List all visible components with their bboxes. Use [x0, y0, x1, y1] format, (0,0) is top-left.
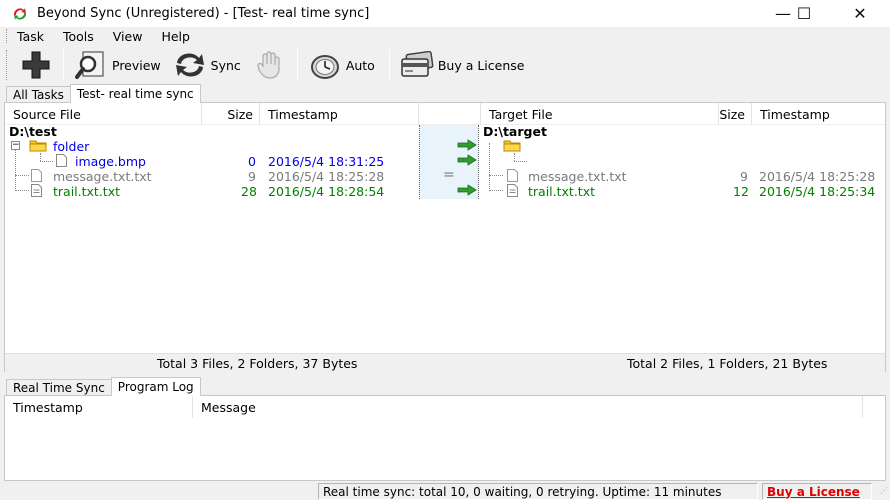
menu-help[interactable]: Help	[161, 29, 190, 44]
tab-test-real-time-sync[interactable]: Test- real time sync	[69, 84, 201, 103]
comparison-pane: Source File Size Timestamp Target File S…	[4, 102, 886, 372]
target-message-name[interactable]: message.txt.txt	[528, 169, 627, 184]
source-image-timestamp: 2016/5/4 18:31:25	[268, 154, 385, 169]
title-bar: Beyond Sync (Unregistered) - [Test- real…	[0, 0, 890, 27]
status-text: Real time sync: total 10, 0 waiting, 0 r…	[318, 483, 758, 500]
target-message-timestamp: 2016/5/4 18:25:28	[759, 169, 876, 184]
preview-button[interactable]: Preview	[70, 47, 169, 83]
file-icon	[56, 154, 67, 170]
tree-line	[489, 190, 503, 191]
target-totals: Total 2 Files, 1 Folders, 21 Bytes	[627, 356, 828, 371]
hand-stop-icon	[253, 48, 287, 82]
source-file-header[interactable]: Source File	[5, 103, 202, 125]
source-root[interactable]: D:\test	[9, 124, 57, 139]
folder-icon	[503, 139, 521, 155]
compare-header[interactable]	[419, 103, 481, 125]
source-size-header[interactable]: Size	[202, 103, 260, 125]
maximize-button[interactable]: ☐	[781, 0, 827, 27]
app-logo-icon	[12, 6, 28, 22]
preview-label: Preview	[112, 57, 161, 73]
new-task-button[interactable]	[15, 47, 57, 83]
target-trail-name[interactable]: trail.txt.txt	[528, 184, 595, 199]
file-icon	[31, 184, 42, 200]
close-button[interactable]: ✕	[837, 0, 883, 27]
sync-button[interactable]: Sync	[169, 47, 249, 83]
buy-license-button[interactable]: Buy a License	[396, 47, 533, 83]
menu-task[interactable]: Task	[17, 29, 44, 44]
source-message-name[interactable]: message.txt.txt	[53, 169, 152, 184]
target-trail-timestamp: 2016/5/4 18:25:34	[759, 184, 876, 199]
log-message-header[interactable]: Message	[193, 396, 863, 418]
toolbar-separator	[63, 49, 64, 81]
toolbar-separator	[388, 49, 390, 81]
source-trail-size: 28	[241, 184, 257, 199]
tree-line	[489, 143, 490, 191]
clock-icon	[308, 48, 342, 82]
tree-line	[514, 161, 527, 162]
collapse-toggle-icon[interactable]: −	[11, 141, 20, 150]
file-icon	[31, 169, 42, 185]
file-icon	[507, 169, 518, 185]
target-file-header[interactable]: Target File	[481, 103, 719, 125]
copy-right-arrow-icon[interactable]	[457, 154, 477, 169]
buy-license-label: Buy a License	[437, 57, 525, 73]
source-totals: Total 3 Files, 2 Folders, 37 Bytes	[157, 356, 358, 371]
menu-view[interactable]: View	[113, 29, 143, 44]
target-root[interactable]: D:\target	[483, 124, 547, 139]
menu-tools[interactable]: Tools	[63, 29, 94, 44]
target-size-header[interactable]: Size	[719, 103, 752, 125]
equal-symbol: =	[443, 167, 455, 183]
resize-grip-icon[interactable]: ⋰	[880, 486, 888, 495]
source-trail-timestamp: 2016/5/4 18:28:54	[268, 184, 385, 199]
log-tabs: Real Time Sync Program Log	[6, 376, 201, 396]
program-log-pane: Timestamp Message	[4, 395, 886, 481]
source-folder-name[interactable]: folder	[53, 139, 89, 154]
auto-label: Auto	[345, 57, 375, 73]
stop-button[interactable]	[249, 47, 291, 83]
folder-icon	[29, 139, 47, 155]
copy-right-arrow-icon[interactable]	[457, 139, 477, 154]
toolbar-separator	[296, 49, 298, 81]
target-message-size: 9	[740, 169, 748, 184]
toolbar-grip	[6, 50, 9, 80]
copy-right-arrow-icon[interactable]	[457, 184, 477, 199]
source-image-size: 0	[248, 154, 256, 169]
window-title: Beyond Sync (Unregistered) - [Test- real…	[37, 6, 370, 21]
toolbar: Preview Sync Auto Buy a License	[0, 45, 890, 85]
credit-card-icon	[400, 48, 434, 82]
status-bar: Real time sync: total 10, 0 waiting, 0 r…	[0, 482, 890, 500]
tab-real-time-sync[interactable]: Real Time Sync	[6, 379, 112, 396]
sync-label: Sync	[210, 57, 241, 73]
auto-button[interactable]: Auto	[304, 47, 383, 83]
source-message-timestamp: 2016/5/4 18:25:28	[268, 169, 385, 184]
source-timestamp-header[interactable]: Timestamp	[260, 103, 419, 125]
status-buy-panel: Buy a License	[762, 483, 872, 500]
tree-line	[40, 161, 53, 162]
source-image-name[interactable]: image.bmp	[75, 154, 146, 169]
tab-program-log[interactable]: Program Log	[110, 377, 201, 396]
tab-all-tasks[interactable]: All Tasks	[6, 86, 71, 103]
source-trail-name[interactable]: trail.txt.txt	[53, 184, 120, 199]
file-icon	[507, 184, 518, 200]
tree-line	[15, 143, 16, 191]
source-message-size: 9	[248, 169, 256, 184]
task-tabs: All Tasks Test- real time sync	[6, 84, 201, 103]
sync-icon	[173, 48, 207, 82]
tree-line	[15, 190, 29, 191]
log-timestamp-header[interactable]: Timestamp	[5, 396, 193, 418]
tree-line	[489, 175, 503, 176]
target-trail-size: 12	[733, 184, 749, 199]
plus-icon	[19, 48, 53, 82]
buy-license-link[interactable]: Buy a License	[767, 485, 860, 499]
tree-line	[15, 175, 29, 176]
magnifier-icon	[74, 48, 108, 82]
menu-bar: Task Tools View Help	[0, 27, 890, 45]
target-timestamp-header[interactable]: Timestamp	[752, 103, 885, 125]
menu-grip	[6, 29, 9, 43]
